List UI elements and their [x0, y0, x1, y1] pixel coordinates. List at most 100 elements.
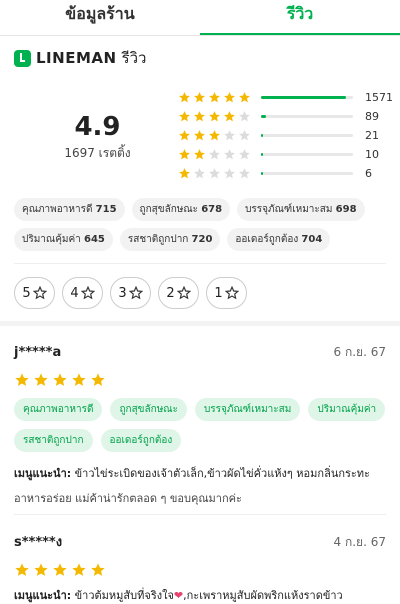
star-icon [194, 168, 205, 179]
rating-bar-fill [261, 96, 347, 99]
rating-summary: 4.9 1697 เรตติ้ง [50, 112, 145, 163]
star-icon [209, 130, 220, 141]
reviewer-name: s*****ง [14, 535, 63, 550]
star-outline-icon [224, 286, 239, 300]
rating-count-4: 89 [365, 110, 379, 123]
review-date: 4 ก.ย. 67 [333, 535, 386, 549]
rating-row-3: 21 [178, 126, 393, 145]
star-outline-icon [32, 286, 47, 300]
star-icon [224, 130, 235, 141]
rating-bar-fill [261, 115, 266, 118]
rating-row-4: 89 [178, 107, 393, 126]
tab-bar: ข้อมูลร้าน รีวิว [0, 0, 400, 36]
review-tag: รสชาติถูกปาก [14, 429, 93, 452]
attribute-chips: คุณภาพอาหารดี 715 ถูกสุขลักษณะ 678 บรรจุ… [14, 198, 394, 251]
star-icon [34, 563, 48, 576]
star-icon [91, 373, 105, 386]
star-icon [53, 373, 67, 386]
star-icon [224, 92, 235, 103]
star-icon [209, 149, 220, 160]
star-icon [53, 563, 67, 576]
filter-4-stars[interactable]: 4 [62, 277, 103, 309]
attribute-chip: บรรจุภัณฑ์เหมาะสม 698 [237, 198, 365, 221]
rating-row-5: 1571 [178, 88, 393, 107]
star-icon [239, 111, 250, 122]
star-icon [34, 373, 48, 386]
review-card: s*****ง 4 ก.ย. 67 เมนูแนะนำ: ข้าวต้มหมูส… [14, 531, 386, 604]
tab-reviews[interactable]: รีวิว [200, 0, 400, 35]
rating-bar-fill [261, 172, 263, 175]
average-score: 4.9 [74, 112, 121, 142]
star-outline-icon [80, 286, 95, 300]
star-icon [209, 111, 220, 122]
star-outline-icon [128, 286, 143, 300]
rating-count-2: 10 [365, 148, 379, 161]
star-icon [209, 168, 220, 179]
star-outline-icon [128, 286, 143, 300]
rating-bar-track [261, 172, 353, 175]
star-icon [194, 111, 205, 122]
filter-5-stars[interactable]: 5 [14, 277, 55, 309]
rating-count: 1697 เรตติ้ง [64, 146, 131, 160]
star-icon [15, 373, 29, 386]
rating-bar-track [261, 96, 353, 99]
rating-distribution: 1571 89 21 10 6 [178, 88, 393, 183]
lineman-logo-icon [14, 49, 31, 67]
divider [14, 514, 386, 515]
star-icon [72, 563, 86, 576]
rating-count-1: 6 [365, 167, 372, 180]
star-icon [72, 373, 86, 386]
star-icon [194, 130, 205, 141]
review-card: j*****a 6 ก.ย. 67 คุณภาพอาหารดี ถูกสุขลั… [14, 343, 386, 507]
section-separator [0, 321, 400, 326]
rating-bar-track [261, 115, 353, 118]
star-icon [179, 149, 190, 160]
star-icon [179, 168, 190, 179]
star-icon [194, 92, 205, 103]
star-icon [194, 149, 205, 160]
divider [14, 263, 386, 264]
recommended-menu: เมนูแนะนำ: ข้าวไข่ระเบิดของเจ้าตัวเล็ก,ข… [14, 467, 370, 480]
rating-bar-fill [261, 134, 263, 137]
star-outline-icon [176, 286, 191, 300]
rating-row-1: 6 [178, 164, 393, 183]
attribute-chip: ปริมาณคุ้มค่า 645 [14, 228, 113, 251]
review-stars [14, 562, 386, 578]
star-icon [91, 563, 105, 576]
filter-2-stars[interactable]: 2 [158, 277, 199, 309]
rating-bar-fill [261, 153, 263, 156]
star-icon [179, 111, 190, 122]
star-outline-icon [32, 286, 47, 300]
star-icon [239, 130, 250, 141]
review-tag: ออเดอร์ถูกต้อง [100, 429, 182, 452]
rating-bar-track [261, 134, 353, 137]
brand-name: LINEMAN [36, 49, 117, 67]
reviewer-name: j*****a [14, 345, 62, 360]
attribute-chip: ถูกสุขลักษณะ 678 [131, 198, 231, 221]
star-outline-icon [224, 286, 239, 300]
star-icon [239, 149, 250, 160]
review-tag: ปริมาณคุ้มค่า [308, 398, 386, 421]
star-filter-bar: 5 4 3 2 1 [14, 277, 247, 309]
star-icon [15, 563, 29, 576]
filter-3-stars[interactable]: 3 [110, 277, 151, 309]
rating-count-3: 21 [365, 129, 379, 142]
brand-header: LINEMAN รีวิว [14, 46, 146, 70]
tab-store-info[interactable]: ข้อมูลร้าน [0, 0, 200, 35]
heart-icon: ❤ [173, 589, 184, 602]
review-date: 6 ก.ย. 67 [333, 345, 386, 359]
star-icon [224, 149, 235, 160]
attribute-chip: รสชาติถูกปาก 720 [119, 228, 221, 251]
star-icon [239, 168, 250, 179]
brand-suffix: รีวิว [121, 49, 147, 67]
review-tag: ถูกสุขลักษณะ [110, 398, 187, 421]
filter-1-star[interactable]: 1 [206, 277, 247, 309]
review-tag: บรรจุภัณฑ์เหมาะสม [194, 398, 301, 421]
review-stars [14, 372, 386, 388]
star-outline-icon [80, 286, 95, 300]
star-icon [224, 111, 235, 122]
recommended-menu: เมนูแนะนำ: ข้าวต้มหมูสับที่จริงใจ❤,กะเพร… [14, 589, 343, 602]
rating-count-5: 1571 [365, 91, 393, 104]
star-icon [239, 92, 250, 103]
star-icon [179, 92, 190, 103]
